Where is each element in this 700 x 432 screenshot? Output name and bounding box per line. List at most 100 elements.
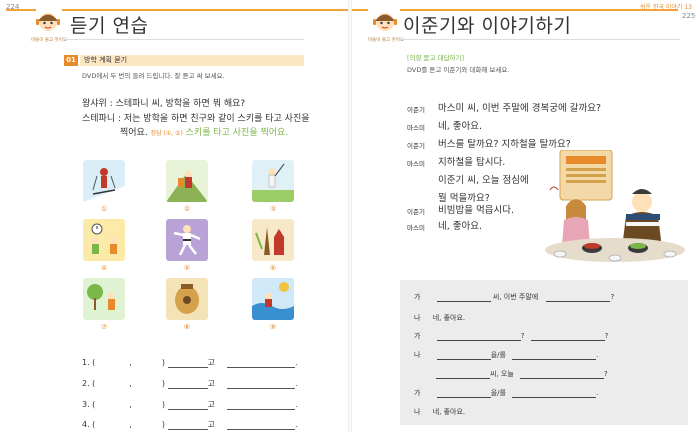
answer-go: 고 — [207, 379, 215, 388]
answer-hint-text: 스키를 타고 사진을 찍어요. — [185, 128, 289, 138]
answer-row-label: 1. ( — [82, 358, 96, 367]
picture-number: ⑤ — [183, 264, 191, 272]
answer-end: . — [295, 379, 298, 388]
practice-row-2: 나 네, 좋아요. — [414, 313, 465, 323]
answer-blank[interactable] — [227, 401, 296, 410]
practice-row-6: 가 을/를 . — [414, 388, 598, 398]
practice-blank[interactable] — [530, 333, 605, 341]
dialog-line: 이준기 씨, 오늘 점심에 — [438, 175, 529, 186]
dialog-line-1: 왕샤위 : 스테파니 씨, 방학을 하면 뭐 해요? — [82, 99, 246, 109]
right-header-bar-a — [352, 9, 368, 11]
practice-text: 씨, 이번 주말에 — [492, 293, 539, 301]
dialog-line-3-text: 찍어요. — [120, 128, 148, 138]
speaker-label: 이준기 — [407, 106, 425, 114]
answer-close: ) — [161, 379, 165, 388]
practice-row-3: 가 ? ? — [414, 331, 608, 341]
practice-end: ? — [610, 293, 615, 301]
practice-blank[interactable] — [436, 371, 490, 379]
mascot-caption: 마들이 울고 웃어요 — [368, 38, 404, 43]
practice-blank[interactable] — [436, 294, 491, 302]
practice-blank[interactable] — [512, 352, 597, 360]
answer-end: . — [295, 400, 298, 409]
restaurant-illustration — [540, 149, 690, 270]
practice-blank[interactable] — [436, 352, 491, 360]
answer-hint: 정답 (①, ⑤) — [150, 130, 183, 137]
picture-landmarks — [252, 219, 294, 261]
practice-speaker: 나 — [414, 351, 421, 359]
practice-text: 을/를 — [490, 389, 506, 397]
answer-blank[interactable] — [167, 401, 208, 410]
answer-blank[interactable] — [227, 421, 296, 430]
mascot-icon — [33, 8, 63, 38]
picture-number: ⑦ — [100, 323, 108, 331]
practice-text: 을/를 — [490, 351, 506, 359]
picture-park — [83, 278, 125, 320]
dialog-line: 네, 좋아요. — [438, 121, 483, 132]
picture-skiing — [83, 160, 125, 202]
practice-blank[interactable] — [512, 390, 597, 398]
answer-blank[interactable] — [167, 359, 208, 368]
picture-taekwondo — [166, 219, 208, 261]
function-tag: [의향 묻고 대답하기] — [407, 54, 465, 62]
answer-end: . — [295, 358, 298, 367]
practice-speaker: 나 — [414, 314, 421, 322]
answer-go: 고 — [207, 358, 215, 367]
picture-number: ⑥ — [269, 264, 277, 272]
left-header-bar-a — [6, 9, 36, 11]
answer-blank[interactable] — [227, 380, 296, 389]
mascot-icon — [370, 8, 400, 38]
practice-blank[interactable] — [520, 371, 605, 379]
answer-blank[interactable] — [227, 359, 296, 368]
picture-golf — [252, 160, 294, 202]
mascot-caption: 마들이 울고 웃어요 — [31, 38, 67, 43]
practice-end: . — [596, 389, 599, 397]
left-instruction: DVD에서 두 번의 들려 드립니다. 잘 듣고 써 보세요. — [82, 72, 225, 80]
picture-music — [166, 278, 208, 320]
answer-row-4: 4. (,) 고 . — [82, 419, 298, 430]
practice-end: . — [596, 351, 599, 359]
speaker-label: 이준기 — [407, 142, 425, 150]
speaker-label: 마스미 — [407, 224, 425, 232]
page-title: 듣기 연습 — [70, 15, 149, 37]
title-rule — [400, 39, 680, 40]
practice-text: 씨, 오늘 — [490, 370, 514, 378]
picture-number: ⑨ — [269, 323, 277, 331]
section-number-badge: 01 — [64, 55, 78, 66]
dialog-line: 네, 좋아요. — [438, 221, 483, 232]
picture-hiking — [166, 160, 208, 202]
answer-row-2: 2. (,) 고 . — [82, 378, 298, 389]
speaker-label: 이준기 — [407, 208, 425, 216]
picture-number: ③ — [269, 205, 277, 213]
practice-blank[interactable] — [546, 294, 611, 302]
answer-blank[interactable] — [167, 421, 208, 430]
dialog-line: 마스미 씨, 이번 주말에 경복궁에 갈까요? — [438, 103, 602, 114]
practice-speaker: 가 — [414, 389, 421, 397]
speaker-label: 마스미 — [407, 124, 425, 132]
answer-comma: , — [129, 420, 132, 429]
practice-blank[interactable] — [436, 333, 521, 341]
practice-speaker: 나 — [414, 408, 421, 416]
answer-row-label: 3. ( — [82, 400, 96, 409]
practice-row-4: 나 을/를 . — [414, 350, 598, 360]
picture-beach — [252, 278, 294, 320]
practice-text: 네, 좋아요. — [432, 408, 466, 416]
practice-text: 네, 좋아요. — [432, 314, 466, 322]
dialog-line-2: 스테파니 : 저는 방학을 하면 친구와 같이 스키를 타고 사진을 — [82, 114, 310, 124]
practice-row-5: 씨, 오늘 ? — [414, 369, 608, 379]
dialog-line-3: 찍어요. 정답 (①, ⑤) 스키를 타고 사진을 찍어요. — [120, 127, 288, 140]
practice-end: ? — [604, 332, 609, 340]
answer-go: 고 — [207, 420, 215, 429]
right-page-number: 225 — [682, 12, 696, 20]
picture-number: ② — [183, 205, 191, 213]
page-title: 이준기와 이야기하기 — [403, 15, 572, 37]
dialog-line: 비빔밥을 먹읍시다. — [438, 205, 514, 216]
practice-speaker: 가 — [414, 332, 421, 340]
answer-row-1: 1. (,) 고 . — [82, 357, 298, 368]
practice-blank[interactable] — [436, 390, 491, 398]
title-rule — [64, 39, 304, 40]
practice-text: ? — [520, 332, 525, 340]
practice-speaker: 가 — [414, 293, 421, 301]
dialog-line: 지하철을 탑시다. — [438, 157, 506, 168]
answer-row-label: 2. ( — [82, 379, 96, 388]
answer-blank[interactable] — [167, 380, 208, 389]
